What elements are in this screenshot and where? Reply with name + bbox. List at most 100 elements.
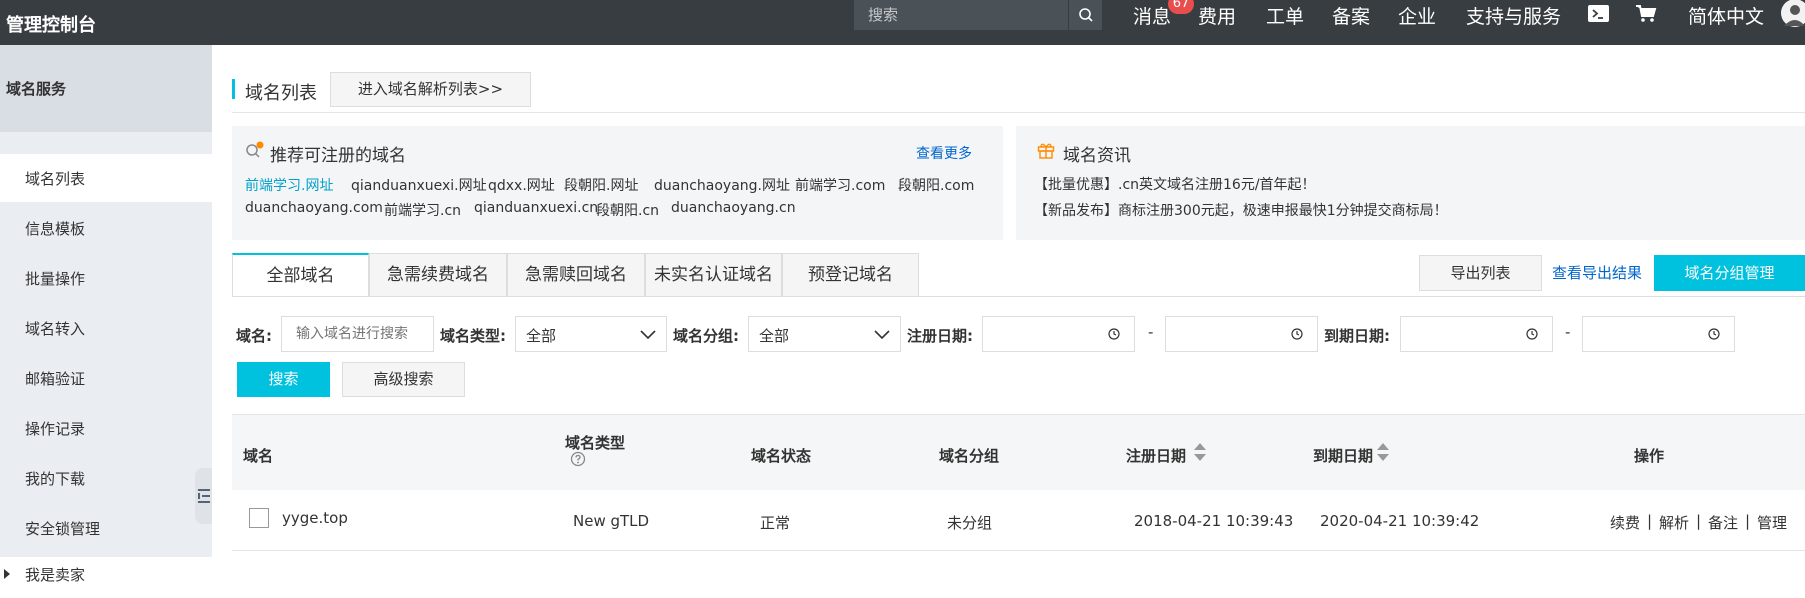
- sidebar-item-email-verify[interactable]: 邮箱验证: [0, 354, 212, 402]
- top-search-button[interactable]: [1068, 0, 1102, 30]
- sidebar-item-transfer-in[interactable]: 域名转入: [0, 304, 212, 352]
- search-domain-icon: [245, 141, 265, 163]
- advanced-search-button[interactable]: 高级搜索: [342, 362, 465, 397]
- recommend-panel: 推荐可注册的域名 查看更多 前端学习.网址 qianduanxuexi.网址 q…: [232, 126, 1003, 240]
- help-icon[interactable]: [570, 451, 586, 471]
- sidebar-item-label: 操作记录: [25, 420, 86, 438]
- row-domain-type: New gTLD: [573, 512, 650, 530]
- recommend-domain-link[interactable]: qianduanxuexi.cn: [474, 200, 598, 216]
- row-remark-link[interactable]: 备注: [1708, 512, 1738, 533]
- tab-renewal-needed[interactable]: 急需续费域名: [369, 253, 507, 297]
- nav-enterprise[interactable]: 企业: [1398, 3, 1436, 31]
- domain-filter-label: 域名:: [236, 327, 272, 345]
- recommend-domain-link[interactable]: qianduanxuexi.网址: [351, 175, 487, 195]
- title-divider: [232, 112, 1805, 113]
- nav-tickets[interactable]: 工单: [1266, 3, 1304, 31]
- row-domain-link[interactable]: yyge.top: [282, 509, 348, 527]
- sort-icon[interactable]: [1376, 442, 1390, 466]
- clock-icon: [1108, 328, 1120, 340]
- tab-unverified[interactable]: 未实名认证域名: [645, 253, 782, 297]
- row-domain-group: 未分组: [947, 514, 993, 532]
- news-item-link[interactable]: 【批量优惠】.cn英文域名注册16元/首年起！: [1034, 174, 1316, 194]
- recommend-domain-link[interactable]: 前端学习.cn: [384, 200, 461, 220]
- console-title[interactable]: 管理控制台: [6, 11, 96, 37]
- reg-date-end-input[interactable]: [1165, 316, 1318, 352]
- date-range-dash: -: [1565, 323, 1571, 341]
- nav-messages[interactable]: 消息: [1133, 3, 1171, 31]
- news-item-link[interactable]: 【新品发布】商标注册300元起，极速申报最快1分钟提交商标局！: [1034, 200, 1448, 220]
- sidebar: 域名服务 域名列表 信息模板 批量操作 域名转入 邮箱验证 操作记录 我的下载 …: [0, 45, 212, 584]
- row-dns-link[interactable]: 解析: [1659, 512, 1689, 533]
- sidebar-item-label: 域名列表: [25, 170, 86, 188]
- row-renew-link[interactable]: 续费: [1610, 512, 1640, 533]
- row-checkbox[interactable]: [249, 508, 269, 528]
- recommend-domain-link[interactable]: duanchaoyang.cn: [671, 200, 796, 216]
- cart-icon[interactable]: [1634, 3, 1658, 29]
- recommend-domain-link[interactable]: duanchaoyang.网址: [654, 175, 790, 195]
- sidebar-item-security-lock[interactable]: 安全锁管理: [0, 504, 212, 552]
- search-icon: [1079, 8, 1093, 22]
- recommend-domain-link[interactable]: duanchaoyang.com: [245, 200, 383, 216]
- sidebar-item-label: 批量操作: [25, 270, 86, 288]
- recommend-domain-link[interactable]: qdxx.网址: [488, 175, 555, 195]
- exp-date-end-input[interactable]: [1582, 316, 1735, 352]
- type-select[interactable]: 全部: [515, 316, 667, 352]
- exp-date-start-input[interactable]: [1400, 316, 1553, 352]
- top-search-input[interactable]: [854, 0, 1068, 30]
- message-count-badge: 67: [1168, 0, 1194, 14]
- nav-support[interactable]: 支持与服务: [1466, 3, 1561, 31]
- sidebar-collapse-handle[interactable]: [195, 468, 212, 524]
- tab-redemption-needed[interactable]: 急需赎回域名: [507, 253, 645, 297]
- sidebar-item-domain-list[interactable]: 域名列表: [0, 154, 212, 202]
- caret-right-icon: [4, 569, 10, 579]
- title-accent-bar: [232, 79, 235, 99]
- col-operations: 操作: [1634, 447, 1665, 465]
- tab-all-domains[interactable]: 全部域名: [232, 253, 369, 297]
- avatar[interactable]: [1778, 0, 1805, 34]
- sidebar-item-oplog[interactable]: 操作记录: [0, 404, 212, 452]
- sidebar-item-seller[interactable]: 我是卖家: [0, 550, 212, 598]
- tabs-divider: [232, 296, 1805, 297]
- recommend-domain-link[interactable]: 段朝阳.cn: [596, 200, 659, 220]
- search-button[interactable]: 搜索: [237, 362, 330, 397]
- recommend-domain-link[interactable]: 前端学习.网址: [245, 175, 333, 195]
- export-list-button[interactable]: 导出列表: [1419, 255, 1542, 291]
- sidebar-item-label: 我是卖家: [25, 566, 86, 584]
- sidebar-item-label: 邮箱验证: [25, 370, 86, 388]
- clock-icon: [1708, 328, 1720, 340]
- row-exp-date: 2020-04-21 10:39:42: [1320, 512, 1480, 530]
- sort-icon[interactable]: [1193, 442, 1207, 466]
- group-manage-button[interactable]: 域名分组管理: [1654, 255, 1805, 291]
- sidebar-item-label: 我的下载: [25, 470, 86, 488]
- group-select-value: 全部: [759, 327, 790, 345]
- dns-list-button[interactable]: 进入域名解析列表>>: [330, 72, 531, 107]
- recommend-domain-link[interactable]: 段朝阳.com: [898, 175, 974, 195]
- language-select[interactable]: 简体中文: [1688, 3, 1764, 31]
- col-reg-date[interactable]: 注册日期: [1126, 445, 1186, 466]
- nav-icp[interactable]: 备案: [1332, 3, 1370, 31]
- news-title: 域名资讯: [1063, 146, 1131, 166]
- gift-icon: [1037, 141, 1055, 163]
- news-panel: 域名资讯 【批量优惠】.cn英文域名注册16元/首年起！ 【新品发布】商标注册3…: [1016, 126, 1805, 240]
- sidebar-item-templates[interactable]: 信息模板: [0, 204, 212, 252]
- recommend-domain-link[interactable]: 段朝阳.网址: [564, 175, 638, 195]
- reg-date-start-input[interactable]: [982, 316, 1135, 352]
- page-title: 域名列表: [245, 83, 317, 104]
- view-export-results-link[interactable]: 查看导出结果: [1552, 262, 1642, 283]
- sidebar-item-label: 安全锁管理: [25, 520, 101, 538]
- sidebar-item-batch[interactable]: 批量操作: [0, 254, 212, 302]
- date-range-dash: -: [1148, 323, 1154, 341]
- chevron-down-icon: [640, 330, 656, 340]
- recommend-domain-link[interactable]: 前端学习.com: [795, 175, 885, 195]
- sidebar-item-downloads[interactable]: 我的下载: [0, 454, 212, 502]
- col-exp-date[interactable]: 到期日期: [1313, 445, 1373, 466]
- recommend-more-link[interactable]: 查看更多: [916, 143, 972, 163]
- clock-icon: [1291, 328, 1303, 340]
- reg-date-label: 注册日期:: [907, 327, 973, 345]
- group-select[interactable]: 全部: [748, 316, 901, 352]
- domain-search-input[interactable]: [281, 316, 434, 352]
- terminal-icon[interactable]: [1587, 3, 1611, 29]
- row-manage-link[interactable]: 管理: [1757, 512, 1787, 533]
- tab-preregistered[interactable]: 预登记域名: [782, 253, 919, 297]
- nav-billing[interactable]: 费用: [1198, 3, 1236, 31]
